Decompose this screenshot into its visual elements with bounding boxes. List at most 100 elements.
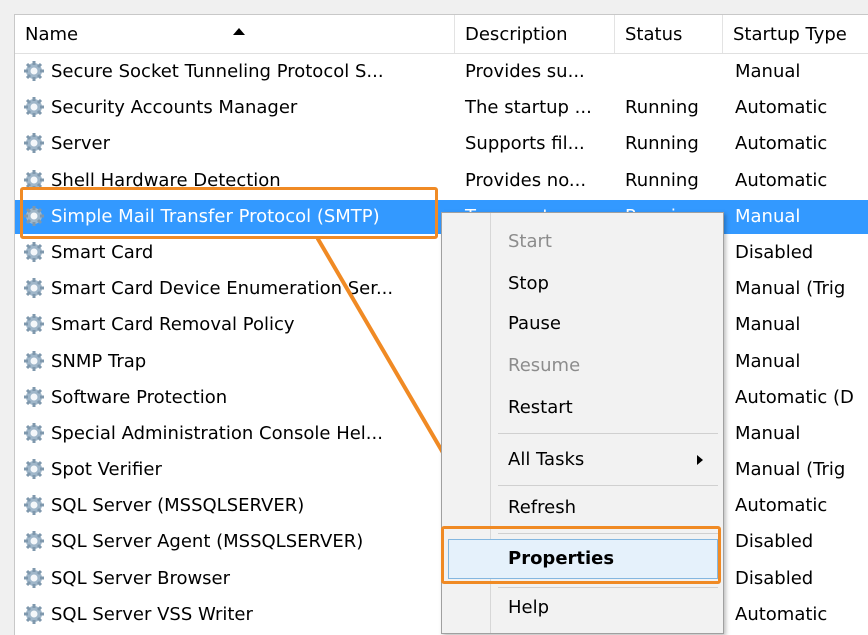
submenu-arrow-icon bbox=[697, 455, 703, 465]
menu-item-properties[interactable]: Properties bbox=[448, 539, 718, 579]
table-row[interactable]: Server Supports fil... Running Automatic bbox=[15, 126, 868, 162]
gear-icon bbox=[23, 493, 45, 516]
context-menu: Start Stop Pause Resume Restart All Task… bbox=[441, 212, 724, 634]
service-startup-type: Disabled bbox=[735, 241, 814, 263]
service-name: Simple Mail Transfer Protocol (SMTP) bbox=[51, 205, 380, 227]
menu-item-pause[interactable]: Pause bbox=[442, 305, 723, 343]
service-status: Running bbox=[625, 169, 699, 191]
column-header-status-label: Status bbox=[625, 24, 683, 45]
service-startup-type: Manual bbox=[735, 422, 801, 444]
table-row[interactable]: Shell Hardware Detection Provides no... Ru… bbox=[15, 163, 868, 199]
menu-item-resume: Resume bbox=[442, 347, 723, 385]
service-name: SQL Server VSS Writer bbox=[51, 603, 253, 625]
gear-icon bbox=[23, 602, 45, 624]
column-header-row: Name Description Status Startup Type bbox=[15, 15, 868, 54]
service-name: Smart Card Device Enumeration Ser... bbox=[51, 278, 394, 300]
service-status: Running bbox=[625, 97, 699, 119]
service-name: SQL Server (MSSQLSERVER) bbox=[51, 495, 305, 517]
service-name: Smart Card Removal Policy bbox=[51, 314, 295, 336]
service-description: Supports fil... bbox=[465, 133, 585, 155]
service-startup-type: Automatic bbox=[735, 97, 828, 119]
menu-item-help-label: Help bbox=[508, 597, 550, 618]
menu-item-refresh[interactable]: Refresh bbox=[442, 489, 723, 527]
column-header-status[interactable]: Status bbox=[615, 15, 723, 53]
menu-item-all-tasks-label: All Tasks bbox=[508, 449, 585, 470]
gear-icon bbox=[23, 240, 45, 262]
service-startup-type: Manual bbox=[735, 314, 801, 336]
service-name-cell: Shell Hardware Detection bbox=[23, 163, 453, 199]
gear-icon bbox=[23, 529, 45, 552]
gear-icon bbox=[23, 59, 45, 81]
service-startup-type: Automatic bbox=[735, 169, 828, 191]
service-name-cell: Smart Card Device Enumeration Ser... bbox=[23, 271, 453, 307]
service-name-cell: SQL Server (MSSQLSERVER) bbox=[23, 488, 453, 524]
service-description: Provides su... bbox=[465, 61, 585, 82]
service-startup-type: Manual bbox=[735, 61, 801, 82]
service-name-cell: Spot Verifier bbox=[23, 452, 453, 488]
menu-separator bbox=[498, 433, 718, 434]
service-status bbox=[615, 54, 733, 90]
service-name-cell: Smart Card Removal Policy bbox=[23, 307, 453, 343]
service-startup-type: Manual bbox=[735, 350, 801, 372]
service-name: Server bbox=[51, 133, 111, 155]
service-name-cell: Special Administration Console Hel... bbox=[23, 416, 453, 452]
service-startup-type: Automatic bbox=[735, 603, 828, 625]
gear-icon bbox=[23, 168, 45, 190]
menu-separator bbox=[498, 533, 718, 534]
column-header-description[interactable]: Description bbox=[455, 15, 615, 53]
service-startup-type: Automatic (D bbox=[735, 386, 854, 408]
service-name: SQL Server Agent (MSSQLSERVER) bbox=[51, 531, 364, 553]
service-name: Software Protection bbox=[51, 386, 228, 408]
service-name-cell: Simple Mail Transfer Protocol (SMTP) bbox=[23, 199, 453, 235]
service-description: The startup ... bbox=[465, 97, 592, 119]
service-startup-type: Automatic bbox=[735, 133, 828, 155]
service-name-cell: SQL Server Agent (MSSQLSERVER) bbox=[23, 524, 453, 560]
menu-item-refresh-label: Refresh bbox=[508, 497, 576, 518]
column-header-startup-type[interactable]: Startup Type bbox=[723, 15, 868, 53]
sort-ascending-icon bbox=[233, 28, 245, 35]
gear-icon bbox=[23, 457, 45, 480]
menu-item-pause-label: Pause bbox=[508, 313, 561, 334]
gear-icon bbox=[23, 421, 45, 443]
service-status: Running bbox=[625, 133, 699, 155]
menu-item-start: Start bbox=[442, 223, 723, 261]
service-name-cell: Secure Socket Tunneling Protocol S... bbox=[23, 54, 453, 90]
gear-icon bbox=[23, 276, 45, 299]
service-startup-type: Automatic bbox=[735, 495, 828, 517]
service-description: Provides no... bbox=[465, 169, 587, 191]
column-header-name[interactable]: Name bbox=[15, 15, 455, 53]
service-name-cell: Server bbox=[23, 126, 453, 162]
service-name-cell: Smart Card bbox=[23, 235, 453, 271]
gear-icon bbox=[23, 385, 45, 407]
service-name-cell: SNMP Trap bbox=[23, 344, 453, 380]
service-name: Smart Card bbox=[51, 241, 154, 263]
table-row[interactable]: Secure Socket Tunneling Protocol S... Pro… bbox=[15, 54, 868, 90]
gear-icon bbox=[23, 349, 45, 371]
menu-separator bbox=[498, 587, 718, 588]
service-name: Spot Verifier bbox=[51, 459, 162, 481]
service-startup-type: Disabled bbox=[735, 567, 814, 589]
menu-item-all-tasks[interactable]: All Tasks bbox=[442, 441, 723, 479]
gear-icon bbox=[23, 131, 45, 154]
gear-icon bbox=[23, 566, 45, 588]
menu-item-help[interactable]: Help bbox=[442, 589, 723, 627]
menu-item-properties-label: Properties bbox=[508, 548, 615, 569]
menu-separator bbox=[498, 485, 718, 486]
service-name-cell: Software Protection bbox=[23, 380, 453, 416]
service-name-cell: SQL Server VSS Writer bbox=[23, 597, 453, 633]
service-name: Shell Hardware Detection bbox=[51, 169, 281, 191]
menu-item-start-label: Start bbox=[508, 231, 552, 252]
service-startup-type: Manual (Trig bbox=[735, 459, 846, 481]
menu-item-resume-label: Resume bbox=[508, 355, 581, 376]
menu-item-stop-label: Stop bbox=[508, 273, 549, 294]
column-header-startup-type-label: Startup Type bbox=[733, 24, 847, 45]
menu-item-stop[interactable]: Stop bbox=[442, 265, 723, 303]
column-header-description-label: Description bbox=[465, 24, 568, 45]
service-name: SNMP Trap bbox=[51, 350, 147, 372]
table-row[interactable]: Security Accounts Manager The startup ...… bbox=[15, 90, 868, 126]
menu-item-restart[interactable]: Restart bbox=[442, 389, 723, 427]
service-name: Special Administration Console Hel... bbox=[51, 422, 383, 444]
gear-icon bbox=[23, 204, 45, 226]
service-name-cell: SQL Server Browser bbox=[23, 561, 453, 597]
menu-item-restart-label: Restart bbox=[508, 397, 573, 418]
